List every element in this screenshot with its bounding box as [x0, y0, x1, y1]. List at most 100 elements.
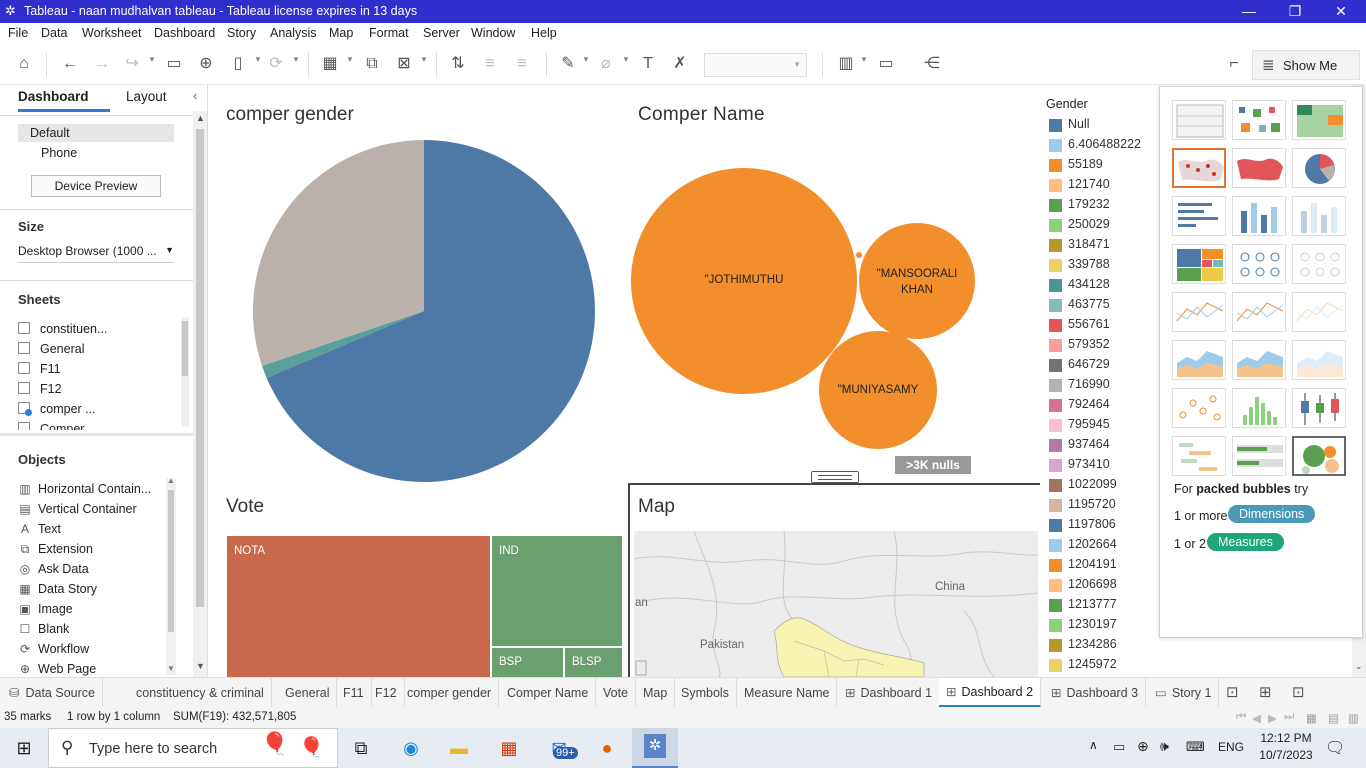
bullet-graph-thumbnail[interactable]: [1232, 436, 1286, 476]
group-dropdown-icon[interactable]: ▼: [622, 55, 630, 64]
highlight-dropdown-icon[interactable]: ▼: [582, 55, 590, 64]
packed-bubbles-thumbnail[interactable]: [1292, 436, 1346, 476]
tab-measure-name[interactable]: Measure Name: [737, 678, 838, 708]
box-and-whisker-thumbnail[interactable]: [1292, 388, 1346, 428]
refresh-icon[interactable]: ⟳: [264, 53, 288, 75]
sheet-item[interactable]: General: [18, 342, 84, 356]
menu-dashboard[interactable]: Dashboard: [154, 26, 215, 40]
clock-time[interactable]: 12:12 PM: [1258, 731, 1314, 745]
discrete-lines-thumbnail[interactable]: [1232, 292, 1286, 332]
scroll-down-icon[interactable]: ▼: [196, 661, 205, 671]
undo-icon[interactable]: ←: [58, 53, 82, 75]
windows-start-icon[interactable]: ⊞: [9, 734, 39, 762]
tab-layout[interactable]: Layout: [126, 89, 167, 104]
sheets-scrollbar[interactable]: [181, 317, 189, 427]
new-worksheet-icon[interactable]: ▦: [318, 53, 342, 75]
format-painter-icon[interactable]: ⌐: [1222, 53, 1246, 75]
save-icon[interactable]: ▭: [162, 53, 186, 75]
treemap-ind[interactable]: IND: [492, 536, 622, 646]
menu-help[interactable]: Help: [531, 26, 557, 40]
object-horizontal-container[interactable]: ▥ Horizontal Contain...: [18, 482, 151, 496]
show-me-button[interactable]: ≣ Show Me: [1252, 50, 1360, 80]
objects-scroll-thumb[interactable]: [168, 490, 174, 632]
tab-dashboard[interactable]: Dashboard: [18, 89, 89, 104]
sort-descending-icon[interactable]: ≡: [510, 53, 534, 75]
clear-sheet-icon[interactable]: ⊠: [392, 53, 416, 75]
tab-f11[interactable]: F11: [336, 678, 372, 708]
scroll-down-icon[interactable]: ▼: [167, 664, 175, 673]
tab-dashboard-2[interactable]: ⊞ Dashboard 2: [939, 678, 1042, 708]
pie-chart-thumbnail[interactable]: [1292, 148, 1346, 188]
new-dashboard-tab-icon[interactable]: ⊞: [1259, 683, 1272, 701]
continuous-lines-thumbnail[interactable]: [1172, 292, 1226, 332]
bubble-small[interactable]: [856, 252, 862, 258]
side-by-side-circles-thumbnail[interactable]: [1292, 244, 1346, 284]
highlight-icon[interactable]: ✎: [556, 53, 580, 75]
keyboard-icon[interactable]: ⌨: [1186, 739, 1205, 755]
clock-date[interactable]: 10/7/2023: [1254, 748, 1318, 762]
menu-worksheet[interactable]: Worksheet: [82, 26, 142, 40]
fit-select[interactable]: ▼: [704, 53, 807, 77]
stacked-bars-thumbnail[interactable]: [1232, 196, 1286, 236]
tab-symbols[interactable]: Symbols: [674, 678, 737, 708]
dual-combination-thumbnail[interactable]: [1292, 340, 1346, 380]
tab-dashboard-3[interactable]: ⊞ Dashboard 3: [1044, 678, 1147, 708]
group-icon[interactable]: ⌀: [594, 53, 618, 75]
treemap-thumbnail[interactable]: [1172, 244, 1226, 284]
menu-data[interactable]: Data: [41, 26, 67, 40]
gantt-chart-thumbnail[interactable]: [1172, 436, 1226, 476]
tab-data-source[interactable]: ⛁ Data Source: [3, 678, 103, 708]
notifications-icon[interactable]: 🗨: [1325, 738, 1345, 758]
area-discrete-thumbnail[interactable]: [1232, 340, 1286, 380]
panel-scroll-thumb[interactable]: [196, 129, 204, 607]
maximize-button[interactable]: ❐: [1272, 1, 1318, 21]
file-explorer-icon[interactable]: ▬: [444, 734, 474, 762]
close-button[interactable]: ✕: [1318, 1, 1364, 21]
collapse-panel-icon[interactable]: ‹: [193, 88, 197, 103]
sheet-item[interactable]: Comper...: [18, 422, 94, 430]
presentation-mode-icon[interactable]: ▭: [874, 53, 898, 75]
scatter-plot-thumbnail[interactable]: [1172, 388, 1226, 428]
device-default[interactable]: Default: [18, 124, 174, 142]
highlight-table-thumbnail[interactable]: [1292, 100, 1346, 140]
tab-view-icon[interactable]: ▥: [1348, 711, 1359, 725]
sheet-item[interactable]: F11: [18, 362, 61, 376]
object-ask-data[interactable]: ◎ Ask Data: [18, 562, 89, 576]
labels-icon[interactable]: T: [636, 53, 660, 75]
size-select[interactable]: Desktop Browser (1000 ... ▼: [18, 243, 174, 263]
object-blank[interactable]: ☐ Blank: [18, 622, 70, 636]
sheets-scroll-thumb[interactable]: [182, 321, 188, 376]
minimize-button[interactable]: —: [1226, 1, 1272, 21]
new-data-source-icon[interactable]: ⊕: [194, 53, 218, 75]
histogram-thumbnail[interactable]: [1232, 388, 1286, 428]
grid-view-icon[interactable]: ▦: [1306, 711, 1317, 725]
firefox-icon[interactable]: ●: [592, 734, 622, 762]
tab-dashboard-1[interactable]: ⊞ Dashboard 1: [838, 678, 941, 708]
treemap-bsp[interactable]: BSP: [492, 648, 563, 677]
volume-icon[interactable]: 🕪: [1160, 738, 1169, 755]
filmstrip-view-icon[interactable]: ▤: [1328, 711, 1339, 725]
new-worksheet-dropdown-icon[interactable]: ▼: [346, 55, 354, 64]
fix-axes-icon[interactable]: ✗: [668, 53, 692, 75]
battery-icon[interactable]: ▭: [1113, 739, 1125, 755]
replay-dropdown-icon[interactable]: ▼: [148, 55, 156, 64]
share-icon[interactable]: ⋲: [920, 53, 944, 75]
network-icon[interactable]: ⊕: [1137, 738, 1149, 755]
circle-view-thumbnail[interactable]: [1232, 244, 1286, 284]
redo-icon[interactable]: →: [90, 53, 114, 75]
scroll-up-icon[interactable]: ▲: [196, 113, 205, 123]
menu-story[interactable]: Story: [227, 26, 256, 40]
sort-ascending-icon[interactable]: ≡: [478, 53, 502, 75]
show-cards-icon[interactable]: ▥: [834, 53, 858, 75]
tab-general[interactable]: General: [278, 678, 338, 708]
heat-map-thumbnail[interactable]: [1232, 100, 1286, 140]
duplicate-icon[interactable]: ⧉: [360, 53, 384, 75]
object-extension[interactable]: ⧉ Extension: [18, 542, 93, 557]
home-icon[interactable]: ⌂: [12, 53, 36, 75]
menu-format[interactable]: Format: [369, 26, 409, 40]
area-continuous-thumbnail[interactable]: [1172, 340, 1226, 380]
tab-map[interactable]: Map: [636, 678, 676, 708]
name-bubble-chart[interactable]: [630, 165, 1000, 455]
replay-icon[interactable]: ↪: [120, 53, 144, 75]
horizontal-bars-thumbnail[interactable]: [1172, 196, 1226, 236]
